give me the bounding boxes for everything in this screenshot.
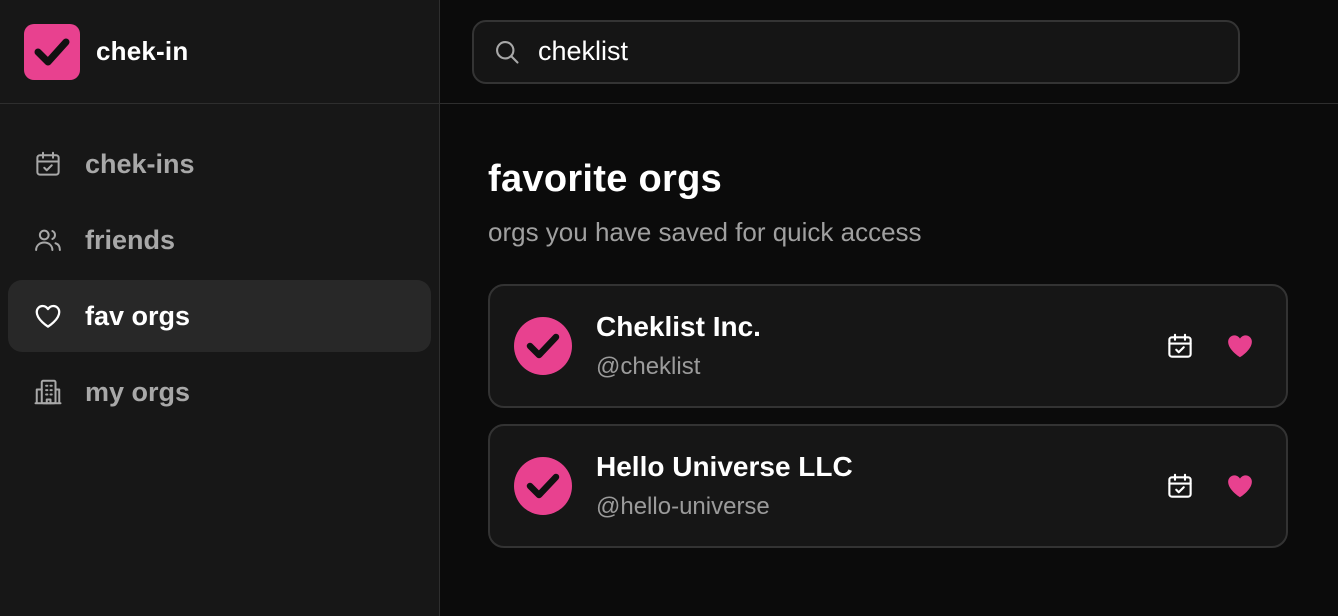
org-card[interactable]: Hello Universe LLC @hello-universe — [488, 424, 1288, 548]
org-handle: @cheklist — [596, 353, 701, 380]
heart-filled-icon — [1228, 475, 1252, 498]
page-subtitle: orgs you have saved for quick access — [488, 217, 922, 247]
page-title: favorite orgs — [488, 158, 723, 200]
org-actions — [1160, 326, 1260, 366]
org-card[interactable]: Cheklist Inc. @cheklist — [488, 284, 1288, 408]
org-avatar — [514, 457, 572, 515]
chek-in-button[interactable] — [1160, 326, 1200, 366]
calendar-check-icon — [1168, 333, 1192, 358]
org-name: Hello Universe LLC — [596, 451, 853, 482]
main-panel: favorite orgs orgs you have saved for qu… — [440, 0, 1338, 616]
sidebar-item-label: chek-ins — [85, 148, 195, 179]
org-name: Cheklist Inc. — [596, 311, 761, 342]
app-logo — [24, 23, 80, 80]
calendar-check-icon — [32, 148, 64, 180]
org-avatar — [514, 317, 572, 375]
calendar-check-icon — [1168, 473, 1192, 498]
users-icon — [32, 224, 64, 256]
sidebar-item-label: my orgs — [85, 376, 191, 407]
favorites-section: favorite orgs orgs you have saved for qu… — [440, 104, 1338, 548]
org-info: Cheklist Inc. @cheklist — [596, 311, 1160, 381]
building-icon — [32, 376, 64, 408]
brand-header[interactable]: chek-in — [0, 0, 439, 104]
checkmark-icon — [526, 473, 560, 499]
top-bar — [440, 0, 1338, 104]
org-list: Cheklist Inc. @cheklist Hello Universe L… — [488, 284, 1288, 548]
sidebar-item-chek-ins[interactable]: chek-ins — [8, 128, 431, 200]
unfavorite-button[interactable] — [1220, 326, 1260, 366]
search-input[interactable] — [538, 36, 1198, 67]
app-name: chek-in — [96, 36, 189, 66]
org-handle: @hello-universe — [596, 493, 770, 520]
search-box[interactable] — [472, 19, 1240, 84]
chek-in-button[interactable] — [1160, 466, 1200, 506]
sidebar-item-label: friends — [85, 224, 176, 255]
heart-icon — [32, 300, 64, 332]
org-actions — [1160, 466, 1260, 506]
unfavorite-button[interactable] — [1220, 466, 1260, 506]
sidebar-item-my-orgs[interactable]: my orgs — [8, 356, 431, 428]
app-root: chek-in chek-ins friends fav orgs my org… — [0, 0, 1338, 616]
sidebar-item-fav-orgs[interactable]: fav orgs — [8, 280, 431, 352]
sidebar: chek-in chek-ins friends fav orgs my org… — [0, 0, 440, 616]
search-icon — [492, 37, 522, 67]
sidebar-item-friends[interactable]: friends — [8, 204, 431, 276]
sidebar-nav: chek-ins friends fav orgs my orgs — [0, 104, 439, 456]
org-info: Hello Universe LLC @hello-universe — [596, 451, 1160, 521]
checkmark-icon — [34, 38, 70, 65]
sidebar-item-label: fav orgs — [85, 300, 191, 331]
checkmark-icon — [526, 333, 560, 359]
heart-filled-icon — [1228, 335, 1252, 358]
